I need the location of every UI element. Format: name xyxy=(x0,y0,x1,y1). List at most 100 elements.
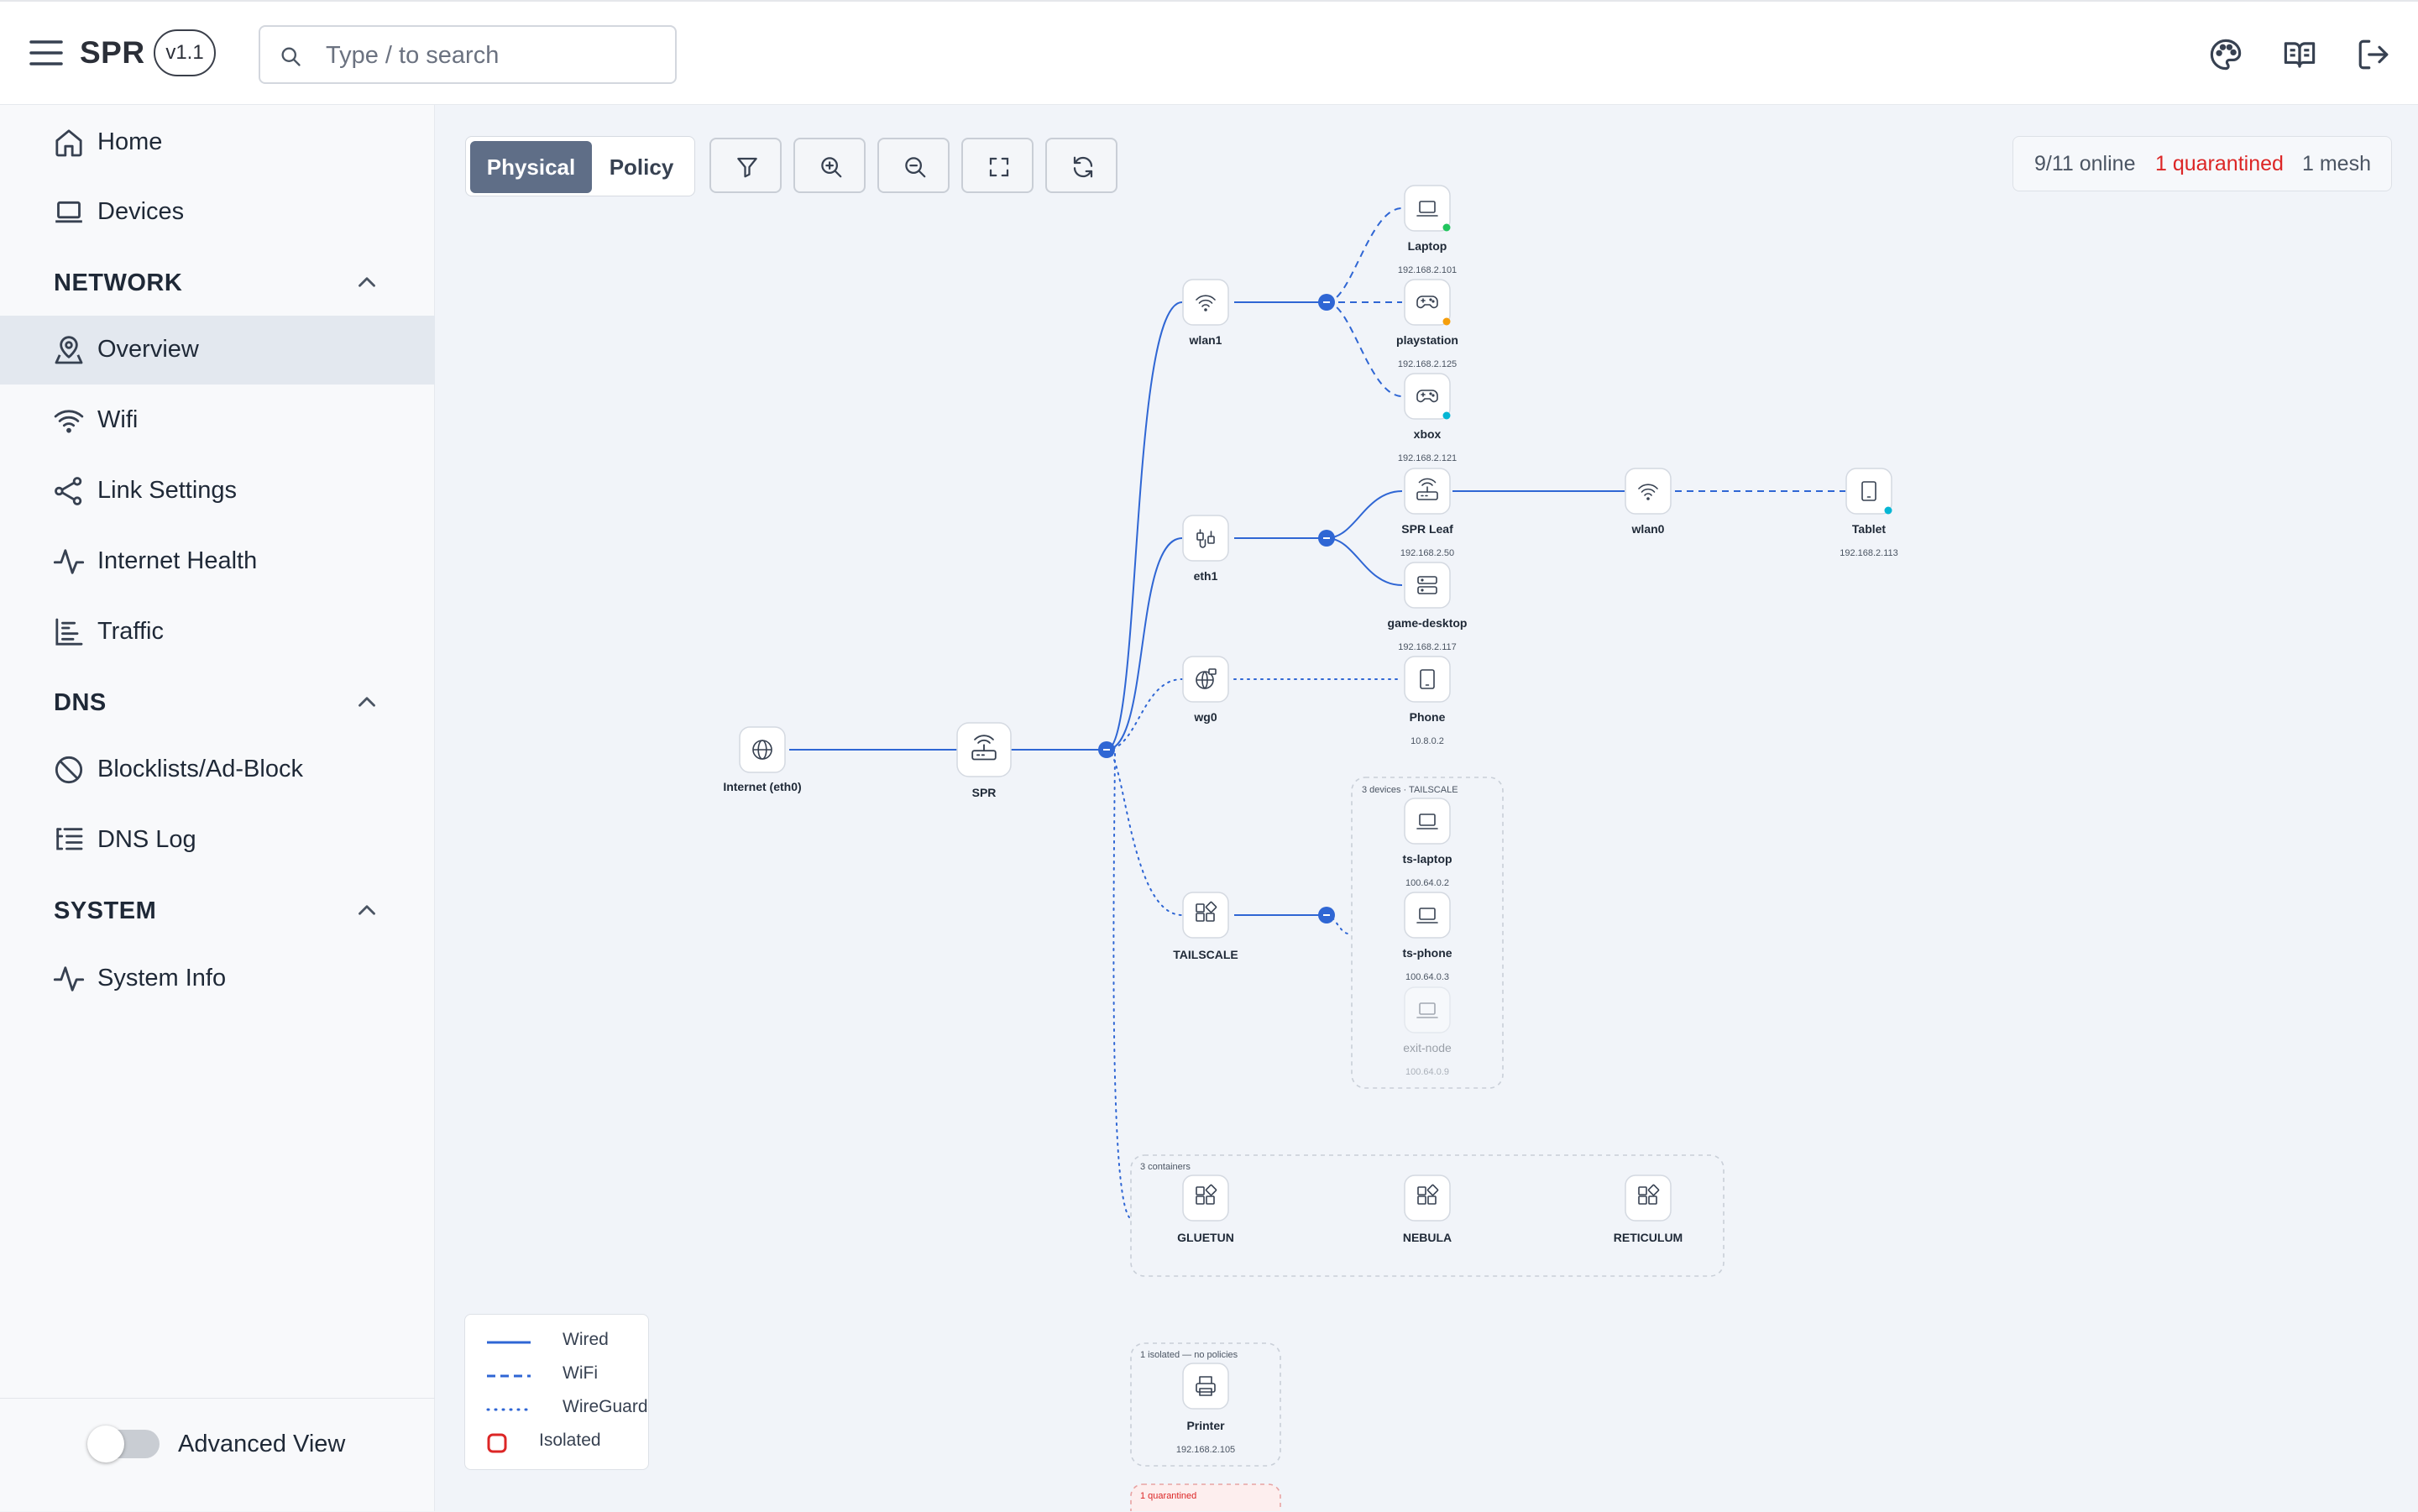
sidebar-item-system-info[interactable]: System Info xyxy=(0,944,435,1013)
sidebar-item-label: Devices xyxy=(97,198,185,225)
policy-view-button[interactable]: Policy xyxy=(592,141,691,193)
node-wg0[interactable]: wg0 xyxy=(1182,656,1229,724)
collapse-hub-tailscale[interactable] xyxy=(1318,907,1335,923)
collapse-hub-eth1[interactable] xyxy=(1318,530,1335,547)
legend-label: WireGuard xyxy=(563,1397,648,1416)
node-label: SPR Leaf xyxy=(1401,522,1453,536)
sidebar-item-overview[interactable]: Overview xyxy=(0,316,435,385)
refresh-icon xyxy=(1073,156,1093,178)
node-exit-node[interactable]: exit-node 100.64.0.9 xyxy=(1403,986,1452,1077)
node-game-desktop[interactable]: game-desktop 192.168.2.117 xyxy=(1388,562,1468,652)
status-dot xyxy=(1442,317,1451,326)
version-badge: v1.1 xyxy=(154,29,216,76)
zoom-out-button[interactable] xyxy=(877,138,950,193)
advanced-view-toggle[interactable] xyxy=(87,1426,160,1462)
node-printer[interactable]: Printer 192.168.2.105 xyxy=(1176,1363,1235,1455)
node-label: wlan0 xyxy=(1631,522,1665,536)
node-label: ts-phone xyxy=(1402,946,1452,960)
collapse-hub-wlan1[interactable] xyxy=(1318,294,1335,311)
edge-hub-wlan1 xyxy=(1106,301,1183,751)
node-reticulum[interactable]: RETICULUM xyxy=(1614,1175,1683,1244)
search-box[interactable] xyxy=(259,25,677,84)
zoom-out-icon xyxy=(905,157,926,178)
node-ts-phone[interactable]: ts-phone 100.64.0.3 xyxy=(1402,892,1452,982)
collapse-hub-spr[interactable] xyxy=(1098,741,1115,758)
filter-button[interactable] xyxy=(709,138,782,193)
legend: Wired WiFi WireGuard Isolated xyxy=(464,1314,649,1470)
node-gluetun[interactable]: GLUETUN xyxy=(1177,1175,1234,1244)
physical-view-button[interactable]: Physical xyxy=(470,141,592,193)
sidebar-item-internet-health[interactable]: Internet Health xyxy=(0,527,435,596)
node-laptop[interactable]: Laptop 192.168.2.101 xyxy=(1398,185,1457,275)
status-dot xyxy=(1442,223,1451,232)
chevron-up-icon[interactable] xyxy=(353,688,381,716)
status-summary: 9/11 online 1 quarantined 1 mesh xyxy=(2012,136,2392,191)
node-ip: 192.168.2.101 xyxy=(1398,265,1457,275)
edge-to-tsgroup xyxy=(1326,914,1348,934)
wifi-icon xyxy=(1196,295,1216,311)
sidebar-item-blocklists[interactable]: Blocklists/Ad-Block xyxy=(0,735,435,804)
node-eth1[interactable]: eth1 xyxy=(1182,515,1229,583)
link-icon xyxy=(55,477,82,505)
gamepad-icon xyxy=(1416,296,1438,309)
wireguard-line-icon xyxy=(486,1408,532,1411)
node-ip: 192.168.2.50 xyxy=(1400,548,1454,558)
sidebar-item-dns-log[interactable]: DNS Log xyxy=(0,806,435,875)
sidebar-item-wifi[interactable]: Wifi xyxy=(0,386,435,455)
node-wlan1[interactable]: wlan1 xyxy=(1182,279,1229,347)
edge-hub-tailscale xyxy=(1106,749,1183,916)
node-tailscale[interactable]: TAILSCALE xyxy=(1173,892,1238,961)
refresh-button[interactable] xyxy=(1045,138,1117,193)
node-internet[interactable]: Internet (eth0) xyxy=(723,726,802,793)
sidebar-item-devices[interactable]: Devices xyxy=(0,178,435,247)
container-icon xyxy=(1196,901,1217,922)
node-label: NEBULA xyxy=(1403,1231,1452,1244)
node-label: SPR xyxy=(972,786,997,799)
search-icon xyxy=(281,47,301,66)
node-ip: 100.64.0.2 xyxy=(1405,878,1449,888)
node-label: exit-node xyxy=(1403,1041,1452,1054)
node-label: Laptop xyxy=(1408,239,1447,253)
node-spr-leaf[interactable]: SPR Leaf 192.168.2.50 xyxy=(1400,468,1454,558)
gamepad-icon xyxy=(1416,390,1438,403)
filter-icon xyxy=(737,157,757,178)
sidebar-item-home[interactable]: Home xyxy=(0,108,435,177)
node-spr[interactable]: SPR xyxy=(956,722,1012,799)
sidebar-item-label: Traffic xyxy=(97,618,164,645)
zoom-in-button[interactable] xyxy=(793,138,866,193)
wired-line-icon xyxy=(487,1341,531,1344)
quarantined-count[interactable]: 1 quarantined xyxy=(2155,152,2284,176)
node-wlan0[interactable]: wlan0 xyxy=(1625,468,1672,536)
containers-group-label: 3 containers xyxy=(1140,1162,1191,1172)
sidebar-item-label: Blocklists/Ad-Block xyxy=(97,756,303,782)
node-playstation[interactable]: playstation 192.168.2.125 xyxy=(1396,279,1458,369)
node-tablet[interactable]: Tablet 192.168.2.113 xyxy=(1840,468,1898,558)
menu-icon[interactable] xyxy=(29,39,65,67)
node-xbox[interactable]: xbox 192.168.2.121 xyxy=(1398,373,1457,463)
search-input[interactable] xyxy=(324,39,663,72)
sidebar-item-label: Wifi xyxy=(97,406,139,433)
chevron-up-icon[interactable] xyxy=(353,896,381,924)
container-icon xyxy=(1638,1184,1660,1205)
list-tree-icon xyxy=(56,828,83,850)
logout-icon[interactable] xyxy=(2356,37,2391,72)
block-icon xyxy=(55,756,83,784)
sidebar-item-link-settings[interactable]: Link Settings xyxy=(0,457,435,526)
edges xyxy=(789,207,1845,1218)
app-name[interactable]: SPR xyxy=(80,35,145,71)
node-ip: 100.64.0.9 xyxy=(1405,1067,1449,1077)
node-ip: 10.8.0.2 xyxy=(1410,736,1444,746)
node-ts-laptop[interactable]: ts-laptop 100.64.0.2 xyxy=(1402,798,1452,888)
node-ip: 192.168.2.113 xyxy=(1840,548,1898,558)
sidebar-item-label: DNS Log xyxy=(97,826,196,853)
fit-view-button[interactable] xyxy=(961,138,1034,193)
palette-icon[interactable] xyxy=(2208,37,2243,72)
node-label: game-desktop xyxy=(1388,616,1468,630)
node-nebula[interactable]: NEBULA xyxy=(1403,1175,1452,1244)
sidebar-item-traffic[interactable]: Traffic xyxy=(0,598,435,667)
laptop-icon xyxy=(1416,1002,1438,1018)
node-phone[interactable]: Phone 10.8.0.2 xyxy=(1404,656,1451,746)
chevron-up-icon[interactable] xyxy=(353,268,381,296)
book-icon[interactable] xyxy=(2282,37,2317,72)
laptop-icon xyxy=(1416,908,1438,923)
